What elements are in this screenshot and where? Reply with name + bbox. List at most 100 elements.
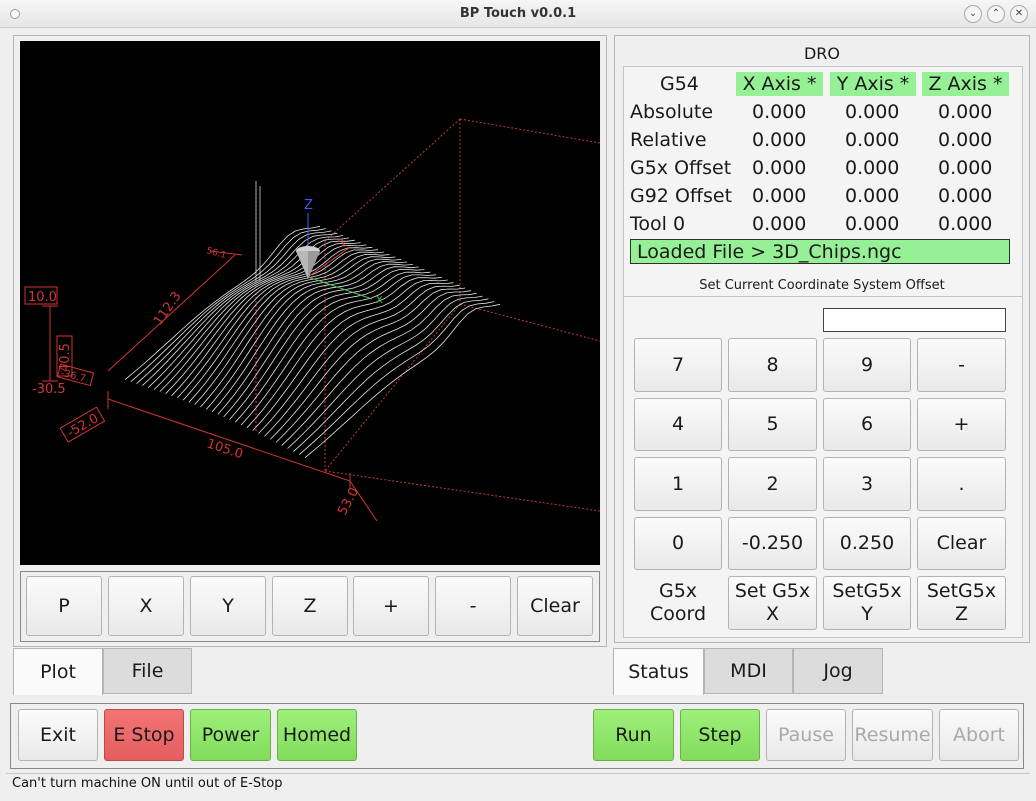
resume-button[interactable]: Resume xyxy=(852,709,933,761)
key-minus-button[interactable]: - xyxy=(917,338,1006,392)
g5x-coord-label: G5x Coord xyxy=(649,580,707,625)
tab-plot[interactable]: Plot xyxy=(13,648,103,695)
view-x-button[interactable]: X xyxy=(108,576,184,636)
toolpath-rib xyxy=(182,249,379,401)
pause-button[interactable]: Pause xyxy=(766,709,846,761)
toolpath-plot[interactable]: Z Y X 56.1 112.3 105.0 53.0 10.0 40.5 -3… xyxy=(20,41,600,565)
toolpath-rib xyxy=(200,256,396,408)
dro-table: G54 X Axis * Y Axis * Z Axis * Absolute … xyxy=(623,66,1023,302)
machine-control-bar: Exit E Stop Power Homed Run Step Pause R… xyxy=(10,703,1024,769)
toolpath-wall xyxy=(255,181,261,281)
key-5-button[interactable]: 5 xyxy=(728,398,817,451)
zoom-in-button[interactable]: + xyxy=(353,576,429,636)
dimension-lines xyxy=(42,250,378,522)
boxed-labels: 10.0 40.5 -30.5 -52.0 -36.7 xyxy=(24,286,106,443)
relative-z-value: 0.000 xyxy=(938,129,993,151)
x-axis-header: X Axis * xyxy=(736,72,823,96)
key-6-button[interactable]: 6 xyxy=(823,398,911,451)
toolpath-rib xyxy=(240,274,437,426)
absolute-x-value: 0.000 xyxy=(752,101,807,123)
key-plus-button[interactable]: + xyxy=(917,398,1006,451)
absolute-z-value: 0.000 xyxy=(938,101,993,123)
x-axis-label: X xyxy=(376,295,383,306)
title-bar: BP Touch v0.0.1 ⌄ ⌃ ✕ xyxy=(0,0,1036,28)
row-label-g5x-offset: G5x Offset xyxy=(630,157,732,179)
g92-offset-x-value: 0.000 xyxy=(752,185,807,207)
key-4-button[interactable]: 4 xyxy=(634,398,722,451)
window-title: BP Touch v0.0.1 xyxy=(459,6,577,21)
toolpath-rib xyxy=(293,298,489,452)
relative-x-value: 0.000 xyxy=(752,129,807,151)
key-8-button[interactable]: 8 xyxy=(728,338,817,392)
g92-offset-z-value: 0.000 xyxy=(938,185,993,207)
row-label-relative: Relative xyxy=(630,129,707,151)
set-g5x-y-button[interactable]: SetG5x Y xyxy=(823,576,911,630)
toolpath-rib xyxy=(275,290,472,443)
offset-panel-title: Set Current Coordinate System Offset xyxy=(699,278,945,293)
offset-entry-field[interactable] xyxy=(823,308,1006,332)
key-decimal-button[interactable]: . xyxy=(917,457,1006,511)
minimize-icon[interactable]: ⌄ xyxy=(964,5,982,23)
box3-label: -30.5 xyxy=(32,382,66,397)
dim-right-label: 53.0 xyxy=(335,485,362,518)
maximize-icon[interactable]: ⌃ xyxy=(987,5,1005,23)
tab-jog[interactable]: Jog xyxy=(793,648,883,694)
absolute-y-value: 0.000 xyxy=(845,101,900,123)
zoom-out-button[interactable]: - xyxy=(435,576,511,636)
abort-button[interactable]: Abort xyxy=(939,709,1019,761)
plot-view-buttons: P X Y Z + - Clear xyxy=(20,571,600,642)
key-minus-0250-button[interactable]: -0.250 xyxy=(728,517,817,570)
toolpath-rib xyxy=(211,261,408,413)
toolpath-rib xyxy=(304,303,501,459)
box4-group: -52.0 xyxy=(59,406,106,443)
view-p-button[interactable]: P xyxy=(26,576,102,636)
toolpath-rib xyxy=(188,251,384,403)
set-g5x-z-button[interactable]: SetG5x Z xyxy=(917,576,1006,630)
g5x-offset-z-value: 0.000 xyxy=(938,157,993,179)
key-plus-0250-button[interactable]: 0.250 xyxy=(823,517,911,570)
dim-front-label: 105.0 xyxy=(205,437,245,463)
close-icon[interactable]: ✕ xyxy=(1010,5,1028,23)
view-z-button[interactable]: Z xyxy=(272,576,348,636)
tool-z-value: 0.000 xyxy=(938,213,993,235)
exit-button[interactable]: Exit xyxy=(18,709,98,761)
key-2-button[interactable]: 2 xyxy=(728,457,817,511)
key-9-button[interactable]: 9 xyxy=(823,338,911,392)
tab-mdi[interactable]: MDI xyxy=(704,648,793,694)
row-label-absolute: Absolute xyxy=(630,101,714,123)
key-0-button[interactable]: 0 xyxy=(634,517,722,570)
key-clear-button[interactable]: Clear xyxy=(917,517,1006,570)
row-label-g92-offset: G92 Offset xyxy=(630,185,733,207)
loaded-file-label: Loaded File > 3D_Chips.ngc xyxy=(630,239,1010,264)
power-button[interactable]: Power xyxy=(190,709,271,761)
coord-system-label: G54 xyxy=(660,73,699,95)
run-button[interactable]: Run xyxy=(593,709,674,761)
extents-box xyxy=(255,118,600,512)
key-1-button[interactable]: 1 xyxy=(634,457,722,511)
row-label-tool: Tool 0 xyxy=(630,213,686,235)
g5x-offset-y-value: 0.000 xyxy=(845,157,900,179)
offset-keypad: 7 8 9 - 4 5 6 + 1 2 3 . 0 -0.250 0.250 C… xyxy=(623,296,1023,638)
status-message: Can't turn machine ON until out of E-Sto… xyxy=(12,776,283,791)
tool-y-value: 0.000 xyxy=(845,213,900,235)
clear-plot-button[interactable]: Clear xyxy=(517,576,593,636)
homed-button[interactable]: Homed xyxy=(277,709,357,761)
tab-file[interactable]: File xyxy=(103,648,192,694)
relative-y-value: 0.000 xyxy=(845,129,900,151)
status-separator xyxy=(6,773,1030,774)
key-7-button[interactable]: 7 xyxy=(634,338,722,392)
y-axis-header: Y Axis * xyxy=(830,72,916,96)
toolpath-plot-svg: Z Y X 56.1 112.3 105.0 53.0 10.0 40.5 -3… xyxy=(24,118,600,522)
step-button[interactable]: Step xyxy=(680,709,760,761)
dro-title: DRO xyxy=(803,44,841,63)
key-3-button[interactable]: 3 xyxy=(823,457,911,511)
view-y-button[interactable]: Y xyxy=(190,576,266,636)
g5x-offset-x-value: 0.000 xyxy=(752,157,807,179)
dro-panel: DRO G54 X Axis * Y Axis * Z Axis * Absol… xyxy=(614,35,1030,643)
tool-cone-icon xyxy=(296,246,320,279)
tab-status[interactable]: Status xyxy=(613,648,704,695)
z-axis-header: Z Axis * xyxy=(922,72,1009,96)
dim-top-label: 56.1 xyxy=(205,246,227,261)
set-g5x-x-button[interactable]: Set G5x X xyxy=(728,576,817,630)
estop-button[interactable]: E Stop xyxy=(104,709,184,761)
